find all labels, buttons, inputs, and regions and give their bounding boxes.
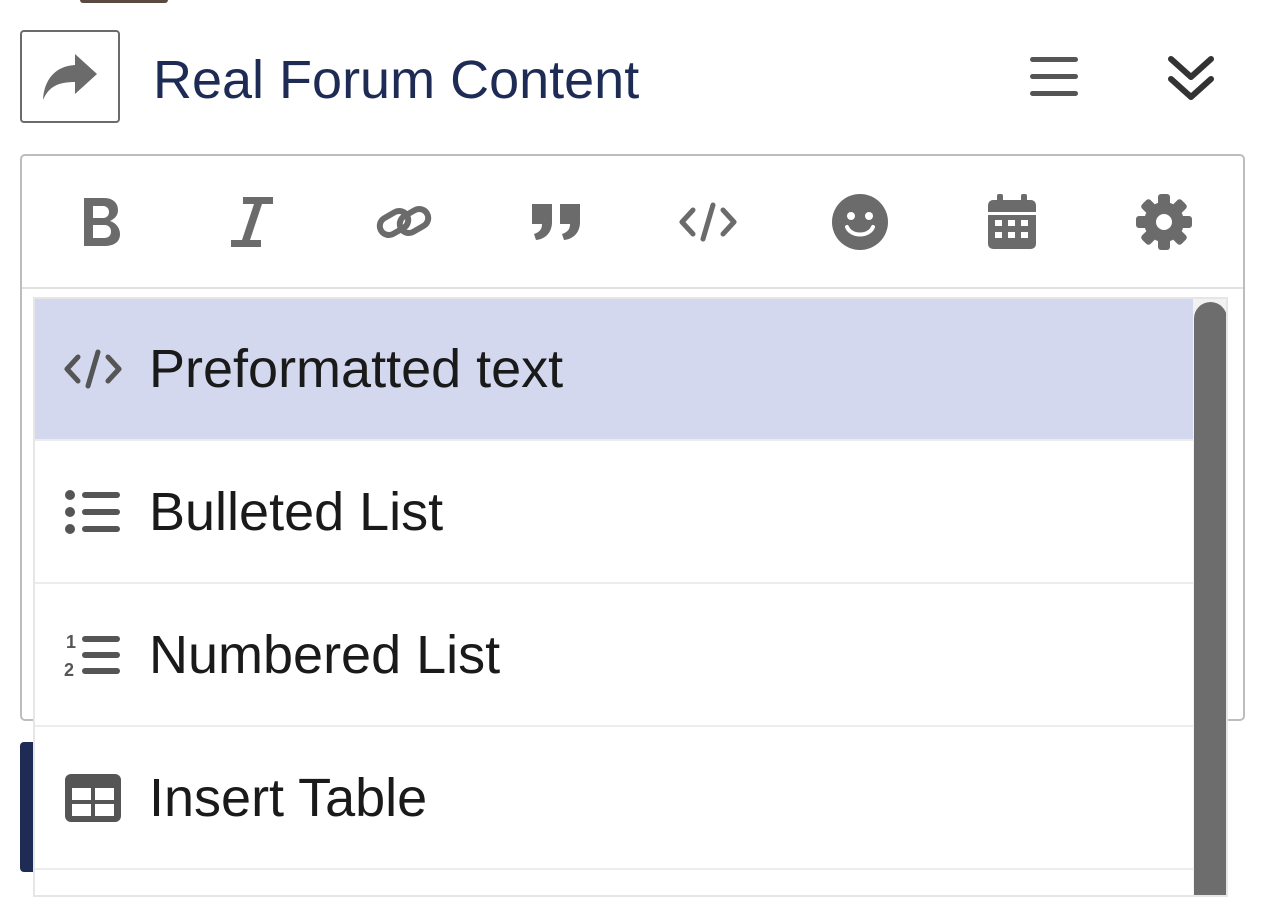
hamburger-icon: [1030, 57, 1078, 96]
post-edge-bar: [20, 742, 34, 872]
italic-button[interactable]: [222, 192, 282, 252]
link-button[interactable]: [374, 192, 434, 252]
formatting-toolbar: [22, 156, 1243, 289]
emoji-icon: [832, 194, 888, 250]
code-button[interactable]: [678, 192, 738, 252]
scroll-thumb[interactable]: [1194, 302, 1226, 895]
menu-item-insert-table[interactable]: Insert Table: [35, 728, 1193, 870]
menu-item-label: Numbered List: [149, 625, 501, 685]
quote-icon: [532, 204, 580, 240]
share-arrow-icon: [43, 53, 97, 100]
menu-item-bulleted-list[interactable]: Bulleted List: [35, 442, 1193, 584]
code-icon: [63, 339, 123, 399]
svg-text:2: 2: [64, 660, 74, 680]
menu-item-label: Preformatted text: [149, 339, 564, 399]
reply-button[interactable]: [20, 30, 120, 123]
avatar-edge: [80, 0, 168, 3]
menu-item-label: Bulleted List: [149, 482, 444, 542]
bold-icon: [84, 198, 120, 246]
menu-item-label: Insert Table: [149, 768, 428, 828]
italic-icon: [231, 197, 273, 247]
menu-item-preformatted-text[interactable]: Preformatted text: [35, 299, 1193, 441]
settings-button[interactable]: [1134, 192, 1194, 252]
code-icon: [679, 202, 737, 242]
numbered-list-icon: 1 2: [63, 625, 123, 685]
options-dropdown: Preformatted text Bulleted List 1 2 Numb…: [33, 297, 1228, 897]
calendar-icon: [988, 194, 1036, 249]
emoji-button[interactable]: [830, 192, 890, 252]
collapse-button[interactable]: [1165, 52, 1217, 104]
menu-button[interactable]: [1026, 52, 1082, 102]
page-title: Real Forum Content: [153, 50, 640, 110]
menu-item-numbered-list[interactable]: 1 2 Numbered List: [35, 585, 1193, 727]
double-chevron-down-icon: [1168, 56, 1214, 100]
calendar-button[interactable]: [982, 192, 1042, 252]
bulleted-list-icon: [63, 482, 123, 542]
link-icon: [376, 206, 432, 238]
bold-button[interactable]: [70, 192, 130, 252]
quote-button[interactable]: [526, 192, 586, 252]
table-icon: [63, 768, 123, 828]
gear-icon: [1136, 194, 1192, 250]
svg-text:1: 1: [66, 632, 76, 652]
dropdown-scrollbar[interactable]: [1193, 299, 1226, 895]
